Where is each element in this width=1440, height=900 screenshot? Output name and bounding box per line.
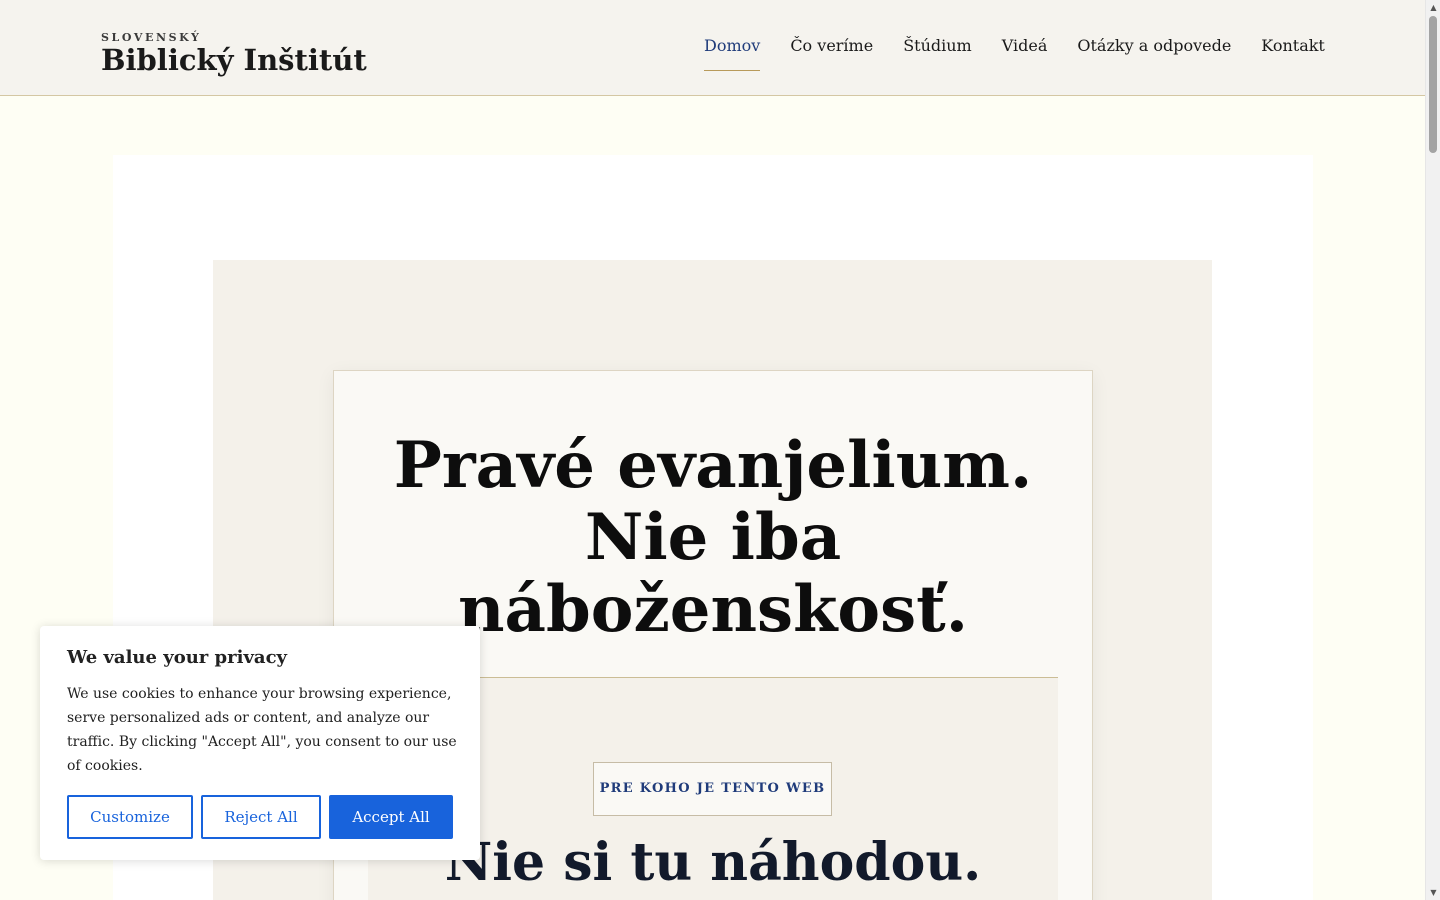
arrow-down-icon[interactable]: ▼ bbox=[1426, 885, 1440, 900]
hero-title-line: Nie iba bbox=[584, 500, 842, 575]
nav-item-videa[interactable]: Videá bbox=[1002, 34, 1048, 71]
site-header: SLOVENSKÝ Biblický Inštitút Domov Čo ver… bbox=[0, 0, 1425, 96]
cookie-title: We value your privacy bbox=[67, 647, 287, 668]
customize-button[interactable]: Customize bbox=[67, 795, 193, 839]
nav-item-co-verime[interactable]: Čo veríme bbox=[790, 34, 873, 71]
audience-tag: PRE KOHO JE TENTO WEB bbox=[593, 762, 832, 816]
reject-all-button[interactable]: Reject All bbox=[201, 795, 321, 839]
nav-item-studium[interactable]: Štúdium bbox=[903, 34, 972, 71]
cookie-banner: We value your privacy We use cookies to … bbox=[40, 626, 480, 860]
cookie-buttons: Customize Reject All Accept All bbox=[67, 795, 453, 839]
hero-title: Pravé evanjelium. Nie iba náboženskosť. bbox=[333, 430, 1093, 646]
main-nav: Domov Čo veríme Štúdium Videá Otázky a o… bbox=[704, 34, 1325, 71]
arrow-up-icon[interactable]: ▲ bbox=[1426, 0, 1440, 15]
scrollbar-thumb[interactable] bbox=[1429, 16, 1437, 153]
hero-title-line: Pravé evanjelium. bbox=[393, 428, 1033, 503]
nav-item-otazky[interactable]: Otázky a odpovede bbox=[1077, 34, 1231, 71]
page-scrollbar[interactable]: ▲ ▼ bbox=[1425, 0, 1440, 900]
nav-item-domov[interactable]: Domov bbox=[704, 34, 761, 71]
nav-item-kontakt[interactable]: Kontakt bbox=[1261, 34, 1325, 71]
brand-logo[interactable]: SLOVENSKÝ Biblický Inštitút bbox=[101, 31, 367, 76]
brand-name: Biblický Inštitút bbox=[101, 43, 367, 77]
accept-all-button[interactable]: Accept All bbox=[329, 795, 453, 839]
cookie-text: We use cookies to enhance your browsing … bbox=[67, 686, 457, 774]
